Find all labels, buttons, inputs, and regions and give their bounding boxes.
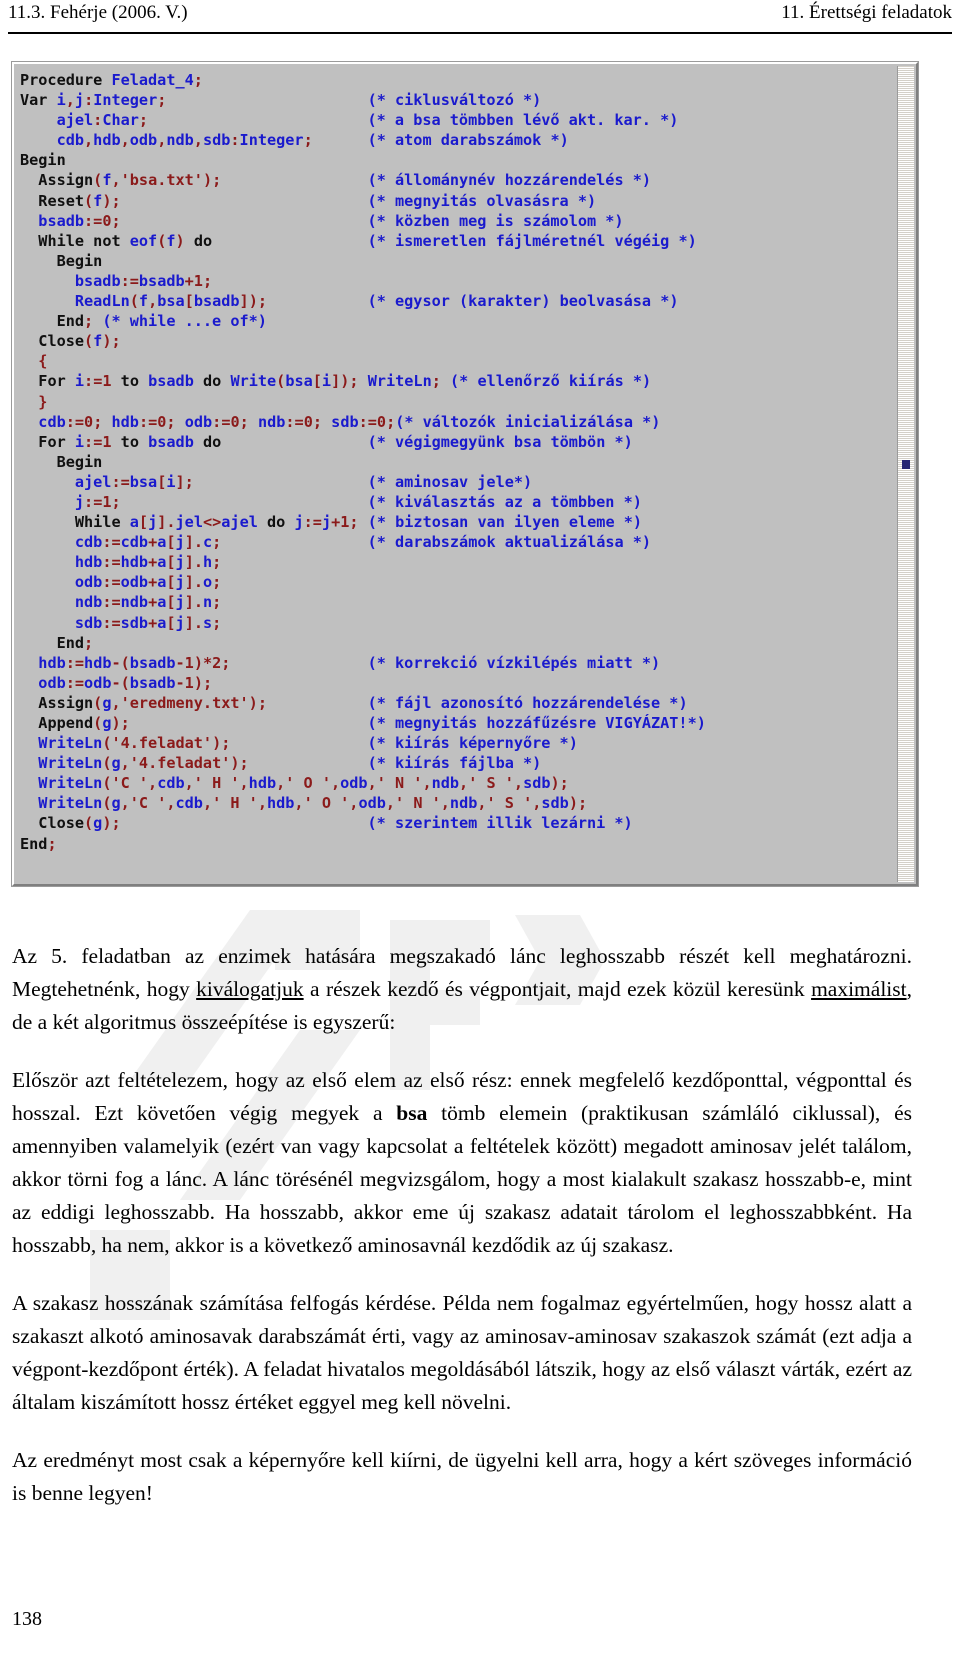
code-line: End; (20, 834, 57, 853)
code-line: cdb:=cdb+a[j].c; (* darabszámok aktualiz… (74, 533, 652, 552)
code-line: ReadLn(f,bsa[bsadb]); (* egysor (karakte… (74, 292, 679, 311)
code-line: Close(f); (38, 332, 121, 351)
code-vertical-scrollbar[interactable] (897, 66, 914, 882)
code-line: While a[j].jel<>ajel do j:=j+1; (* bizto… (74, 513, 643, 532)
text-run: a részek kezdő és végpontjait, majd ezek… (303, 977, 812, 1001)
text-run: Az eredményt most csak a képernyőre kell… (12, 1448, 912, 1505)
code-line: hdb:=hdb+a[j].h; (74, 553, 222, 572)
code-line: WriteLn(g,'4.feladat'); (* kiírás fájlba… (38, 754, 542, 773)
code-line: odb:=odb+a[j].o; (74, 573, 222, 592)
code-line: ajel:=bsa[i]; (* aminosav jele*) (74, 472, 533, 491)
code-line: WriteLn('C ',cdb,' H ',hdb,' O ',odb,' N… (38, 774, 569, 793)
code-line: ndb:=ndb+a[j].n; (74, 593, 222, 612)
code-line: Begin (56, 251, 103, 270)
code-line: ajel:Char; (* a bsa tömbben lévő akt. ka… (56, 111, 679, 130)
running-head-left: 11.3. Fehérje (2006. V.) (8, 2, 188, 23)
code-listing: Procedure Feladat_4; Var i,j:Integer; (* … (20, 70, 894, 854)
code-line: WriteLn(g,'C ',cdb,' H ',hdb,' O ',odb,'… (38, 794, 588, 813)
code-line: Begin (56, 452, 103, 471)
code-line: cdb:=0; hdb:=0; odb:=0; ndb:=0; sdb:=0;(… (38, 412, 661, 431)
code-line: Append(g); (* megnyitás hozzáfűzésre VIG… (38, 714, 706, 732)
running-head-right: 11. Érettségi feladatok (781, 2, 952, 23)
code-line: } (38, 392, 48, 411)
code-line: For i:=1 to bsadb do Write(bsa[i]); Writ… (38, 372, 652, 391)
code-line: Assign(f,'bsa.txt'); (* állománynév hozz… (38, 171, 652, 190)
code-line: j:=1; (* kiválasztás az a tömbben *) (74, 492, 642, 511)
header-rule (8, 32, 952, 34)
code-line: While not eof(f) do (* ismeretlen fájlmé… (38, 231, 697, 250)
code-line: Var i,j:Integer; (* ciklusváltozó *) (20, 91, 542, 110)
code-line: WriteLn('4.feladat'); (* kiírás képernyő… (38, 734, 578, 753)
code-screenshot-panel: Procedure Feladat_4; Var i,j:Integer; (* … (12, 62, 918, 886)
code-line: Begin (20, 151, 66, 170)
paragraph: A szakasz hosszának számítása felfogás k… (12, 1287, 912, 1419)
code-scrollbar-thumb[interactable] (902, 460, 910, 469)
body-text: Az 5. feladatban az enzimek hatására meg… (12, 940, 912, 1510)
code-line: Procedure Feladat_4; (20, 71, 203, 89)
code-line: Reset(f); (* megnyitás olvasásra *) (38, 191, 597, 210)
paragraph: Az eredményt most csak a képernyőre kell… (12, 1444, 912, 1510)
code-viewport: Procedure Feladat_4; Var i,j:Integer; (* … (20, 70, 894, 882)
code-line: End; (* while ...e of*) (56, 312, 267, 331)
page-number: 138 (12, 1608, 42, 1630)
code-line: odb:=odb-(bsadb-1); (38, 673, 213, 692)
code-line: bsadb:=bsadb+1; (74, 271, 213, 290)
code-line: End; (56, 633, 94, 652)
paragraph: Először azt feltételezem, hogy az első e… (12, 1064, 912, 1262)
code-line: { (38, 352, 48, 371)
text-run: A szakasz hosszának számítása felfogás k… (12, 1291, 912, 1414)
code-line: bsadb:=0; (* közben meg is számolom *) (38, 211, 624, 230)
code-line: For i:=1 to bsadb do (* végigmegyünk bsa… (38, 432, 633, 451)
code-line: Assign(g,'eredmeny.txt'); (* fájl azonos… (38, 693, 688, 712)
running-head: 11.3. Fehérje (2006. V.) 11. Érettségi f… (8, 2, 952, 34)
code-line: cdb,hdb,odb,ndb,sdb:Integer; (* atom dar… (56, 131, 569, 150)
code-line: hdb:=hdb-(bsadb-1)*2; (* korrekció vízki… (38, 653, 661, 672)
emphasis-underline: maximálist (811, 977, 907, 1001)
emphasis-underline: kiválogatjuk (196, 977, 304, 1001)
emphasis-bold: bsa (396, 1101, 428, 1125)
code-line: sdb:=sdb+a[j].s; (74, 613, 222, 632)
code-line: Close(g); (* szerintem illik lezárni *) (38, 814, 633, 833)
paragraph: Az 5. feladatban az enzimek hatására meg… (12, 940, 912, 1039)
